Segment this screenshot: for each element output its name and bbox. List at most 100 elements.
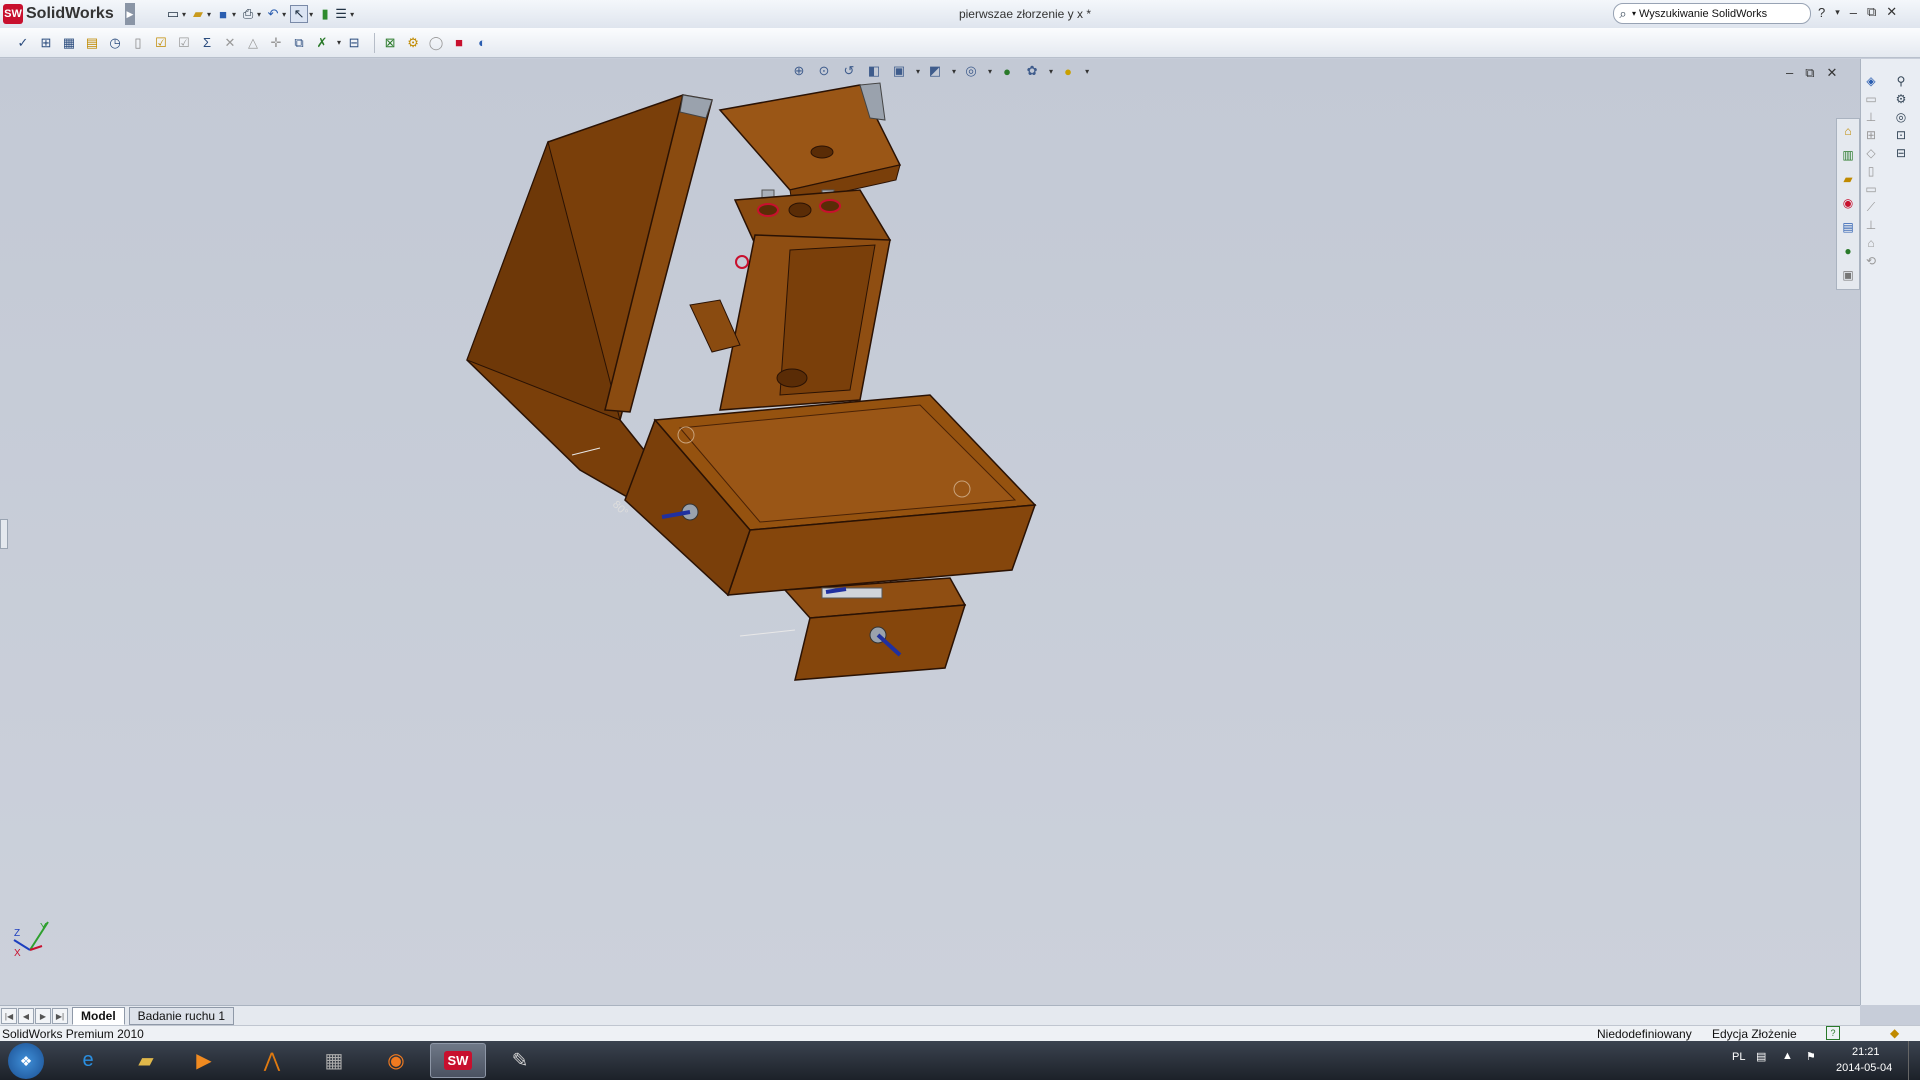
minimize-icon[interactable]: – — [1850, 5, 1857, 20]
help-dropdown-icon[interactable]: ▾ — [1835, 7, 1840, 18]
mate-tool-icon[interactable]: ⚙ — [1891, 89, 1911, 109]
viewport-minimize-icon[interactable]: – — [1786, 65, 1793, 81]
paint-icon[interactable]: ✎ — [492, 1043, 548, 1078]
appearance-icon[interactable]: ◐ — [473, 34, 491, 52]
window-controls: ? ▾ – ⧉ ✕ — [1818, 4, 1897, 20]
viewport-close-icon[interactable]: ✕ — [1827, 65, 1838, 81]
tab-motion-study[interactable]: Badanie ruchu 1 — [128, 1007, 235, 1025]
solidworks-resources-icon[interactable]: ⌂ — [1838, 121, 1858, 141]
restore-icon[interactable]: ⧉ — [1867, 4, 1876, 20]
language-indicator[interactable]: PL — [1732, 1051, 1745, 1063]
display-style-dropdown-icon[interactable]: ▾ — [952, 67, 956, 76]
gray-tool-3-icon[interactable]: ⊞ — [1861, 125, 1881, 145]
first-tab-icon[interactable]: |◀ — [1, 1008, 17, 1024]
gray-tool-6-icon[interactable]: ▭ — [1861, 179, 1881, 199]
section-view-icon[interactable]: ◧ — [865, 62, 883, 80]
sum-icon[interactable]: Σ — [198, 34, 216, 52]
equations-icon[interactable]: ⊟ — [345, 34, 363, 52]
solidworks-icon[interactable]: SW — [430, 1043, 486, 1078]
search-dropdown-icon[interactable]: ▾ — [1632, 9, 1636, 18]
rotate-tool-icon[interactable]: ◎ — [1891, 107, 1911, 127]
status-tag-icon[interactable]: ◆ — [1890, 1026, 1899, 1040]
measure-icon[interactable]: ⊞ — [37, 34, 55, 52]
appearances-pane-icon[interactable]: ● — [1838, 241, 1858, 261]
clock-time[interactable]: 21:21 — [1852, 1046, 1880, 1058]
spelling-check-icon[interactable]: ✓ — [14, 34, 32, 52]
tab-model[interactable]: Model — [72, 1007, 125, 1025]
assembly-model[interactable]: 80° Z X Y — [0, 59, 1860, 1005]
gray-tool-5-icon[interactable]: ▯ — [1861, 161, 1881, 181]
viewport-restore-icon[interactable]: ⧉ — [1805, 65, 1814, 81]
explode-tool-icon[interactable]: ⊟ — [1891, 143, 1911, 163]
view-tool-icon[interactable]: ◈ — [1861, 71, 1881, 91]
file-explorer-icon[interactable]: ▰ — [118, 1043, 174, 1078]
hide-show-icon[interactable]: ◎ — [962, 62, 980, 80]
clock-date[interactable]: 2014-05-04 — [1836, 1062, 1892, 1074]
last-tab-icon[interactable]: ▶| — [52, 1008, 68, 1024]
matlab-icon[interactable]: ⋀ — [244, 1043, 300, 1078]
gray-tool-7-icon[interactable]: ⟋ — [1861, 197, 1881, 217]
check-geometry-icon[interactable]: ✗ — [313, 34, 331, 52]
search-pane-icon[interactable]: ◉ — [1838, 193, 1858, 213]
check-disabled-icon[interactable]: ☑ — [175, 34, 193, 52]
firefox-icon[interactable]: ◉ — [368, 1043, 424, 1078]
zoom-to-area-icon[interactable]: ⊙ — [815, 62, 833, 80]
status-help-icon[interactable]: ? — [1826, 1026, 1840, 1040]
product-name: SolidWorks Premium 2010 — [2, 1027, 144, 1041]
material-icon[interactable]: ■ — [450, 34, 468, 52]
clock-icon[interactable]: ◷ — [106, 34, 124, 52]
custom-properties-icon[interactable]: ▣ — [1838, 265, 1858, 285]
view-orientation-icon[interactable]: ▣ — [890, 62, 908, 80]
mass-icon[interactable]: △ — [244, 34, 262, 52]
view-orientation-dropdown-icon[interactable]: ▾ — [916, 67, 920, 76]
previous-tab-icon[interactable]: ◀ — [18, 1008, 34, 1024]
app-window-icon[interactable]: ▦ — [306, 1043, 362, 1078]
edit-appearance-icon[interactable]: ● — [998, 62, 1016, 80]
gray-tool-4-icon[interactable]: ◇ — [1861, 143, 1881, 163]
zoom-to-fit-icon[interactable]: ⊕ — [790, 62, 808, 80]
view-settings-icon[interactable]: ● — [1059, 62, 1077, 80]
check-dropdown-icon[interactable]: ▾ — [337, 38, 341, 47]
feature-manager-collapse-handle[interactable] — [0, 519, 8, 549]
markup-icon[interactable]: ▤ — [83, 34, 101, 52]
gray-tool-1-icon[interactable]: ▭ — [1861, 89, 1881, 109]
interference-icon[interactable]: ✕ — [221, 34, 239, 52]
apply-scene-icon[interactable]: ✿ — [1023, 62, 1041, 80]
next-tab-icon[interactable]: ▶ — [35, 1008, 51, 1024]
previous-view-icon[interactable]: ↺ — [840, 62, 858, 80]
assembly-tool-icon[interactable]: ⊡ — [1891, 125, 1911, 145]
internet-explorer-icon[interactable]: e — [60, 1043, 116, 1078]
start-orb-icon[interactable]: ❖ — [8, 1043, 44, 1079]
graphics-viewport[interactable]: 80° Z X Y — [0, 59, 1860, 1005]
media-player-icon[interactable]: ▶ — [176, 1043, 232, 1078]
checkbox-icon[interactable]: ☑ — [152, 34, 170, 52]
show-desktop-button[interactable] — [1908, 1041, 1920, 1080]
mid-hole-1 — [757, 203, 779, 217]
section-icon[interactable]: ✛ — [267, 34, 285, 52]
gear-icon[interactable]: ⚙ — [404, 34, 422, 52]
view-palette-icon[interactable]: ▤ — [1838, 217, 1858, 237]
gray-tool-8-icon[interactable]: ⊥ — [1861, 215, 1881, 235]
motion-tool-icon[interactable]: ⚲ — [1891, 71, 1911, 91]
compare-icon[interactable]: ⧉ — [290, 34, 308, 52]
gray-tool-2-icon[interactable]: ⊥ — [1861, 107, 1881, 127]
close-icon[interactable]: ✕ — [1886, 4, 1897, 20]
hide-show-dropdown-icon[interactable]: ▾ — [988, 67, 992, 76]
show-hidden-icons-icon[interactable]: ▲ — [1782, 1050, 1793, 1062]
design-table-icon[interactable]: ⊠ — [381, 34, 399, 52]
network-icon[interactable]: ▤ — [1756, 1050, 1766, 1063]
search-box[interactable]: ⌕ ▾ Wyszukiwanie SolidWorks — [1613, 3, 1811, 24]
gray-tool-9-icon[interactable]: ⌂ — [1861, 233, 1881, 253]
display-style-icon[interactable]: ◩ — [926, 62, 944, 80]
apply-scene-dropdown-icon[interactable]: ▾ — [1049, 67, 1053, 76]
check-icon[interactable]: ◯ — [427, 34, 445, 52]
action-center-icon[interactable]: ⚑ — [1806, 1050, 1816, 1063]
search-input[interactable]: Wyszukiwanie SolidWorks — [1639, 8, 1767, 20]
file-icon[interactable]: ▯ — [129, 34, 147, 52]
view-settings-dropdown-icon[interactable]: ▾ — [1085, 67, 1089, 76]
file-explorer-pane-icon[interactable]: ▰ — [1838, 169, 1858, 189]
design-library-icon[interactable]: ▥ — [1838, 145, 1858, 165]
table-icon[interactable]: ▦ — [60, 34, 78, 52]
help-button[interactable]: ? — [1818, 5, 1825, 20]
gray-tool-10-icon[interactable]: ⟲ — [1861, 251, 1881, 271]
